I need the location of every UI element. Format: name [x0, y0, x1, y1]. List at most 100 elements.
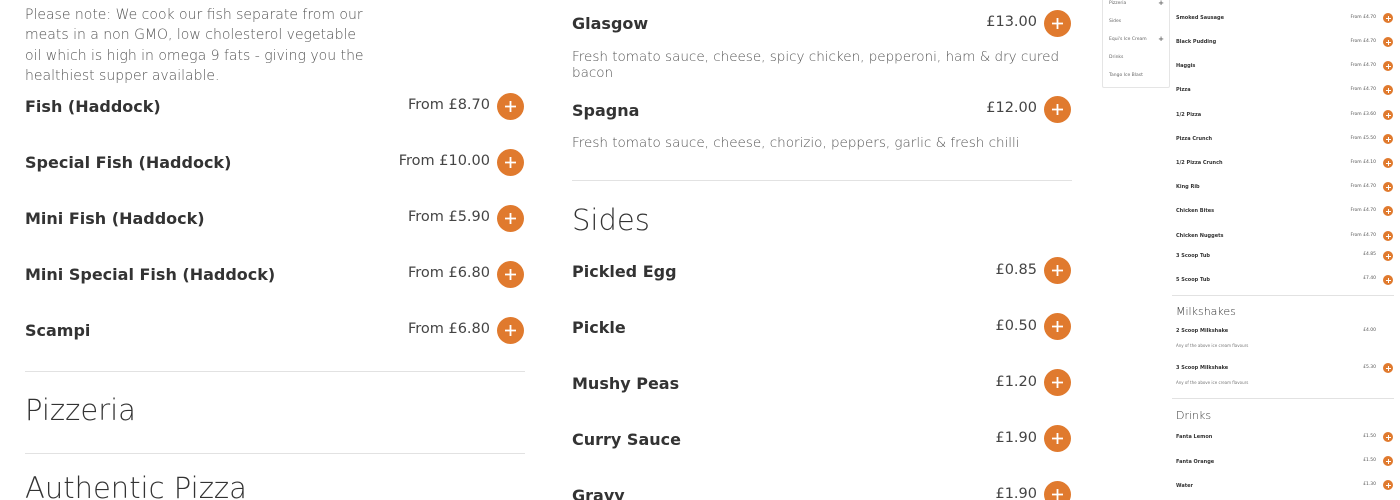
section-title-authentic-pizza: Authentic Pizza [25, 471, 247, 500]
add-to-order-button[interactable] [1383, 13, 1393, 23]
expand-icon[interactable]: + [1158, 0, 1164, 7]
section-divider [572, 180, 1072, 181]
add-to-order-button[interactable] [497, 93, 524, 120]
item-price: £0.50 [995, 318, 1037, 334]
section-divider [1172, 295, 1394, 296]
expand-icon[interactable]: + [1158, 35, 1164, 43]
item-description: Fresh tomato sauce, cheese, chorizio, pe… [572, 135, 1020, 151]
item-name: Mini Special Fish (Haddock) [25, 265, 276, 284]
plus-icon [1052, 104, 1063, 115]
add-to-order-button[interactable] [1044, 10, 1071, 37]
menu-thumbnail: Smoked Sausage From £4.70 Black Pudding Fr… [1172, 0, 1394, 500]
item-name: Gravy [572, 486, 625, 500]
plus-icon [1052, 433, 1063, 444]
item-price: £4.85 [1363, 252, 1376, 257]
item-price: £1.90 [995, 486, 1037, 500]
add-to-order-button[interactable] [1383, 61, 1393, 71]
add-to-order-button[interactable] [1383, 363, 1393, 373]
item-name: Glasgow [572, 14, 649, 33]
pizza-sides-column: Glasgow £13.00 Fresh tomato sauce, chees… [572, 0, 1072, 500]
section-title-milkshakes: Milkshakes [1176, 305, 1236, 318]
item-name: Pizza [1176, 87, 1191, 93]
add-to-order-button[interactable] [1383, 206, 1393, 216]
item-price: From £4.70 [1350, 39, 1376, 44]
item-name: Fish (Haddock) [25, 97, 161, 116]
add-to-order-button[interactable] [1383, 134, 1393, 144]
fish-menu-column: Please note: We cook our fish separate f… [25, 0, 525, 500]
section-divider [1172, 398, 1394, 399]
add-to-order-button[interactable] [1383, 251, 1393, 261]
add-to-order-button[interactable] [1383, 275, 1393, 285]
item-price: From £4.70 [1350, 63, 1376, 68]
item-name: Haggis [1176, 63, 1196, 69]
add-to-order-button[interactable] [1383, 432, 1393, 442]
item-price: £4.00 [1363, 328, 1376, 333]
add-to-order-button[interactable] [497, 149, 524, 176]
add-to-order-button[interactable] [1383, 110, 1393, 120]
item-name: Fanta Lemon [1176, 434, 1213, 440]
add-to-order-button[interactable] [1044, 257, 1071, 284]
add-to-order-button[interactable] [1383, 37, 1393, 47]
section-divider [25, 371, 525, 372]
item-price: £1.50 [1363, 434, 1376, 439]
item-name: Pickle [572, 318, 626, 337]
item-price: From £4.70 [1350, 208, 1376, 213]
add-to-order-button[interactable] [1383, 480, 1393, 490]
item-price: £5.30 [1363, 365, 1376, 370]
plus-icon [1052, 18, 1063, 29]
plus-icon [505, 269, 516, 280]
item-name: Smoked Sausage [1176, 15, 1225, 21]
item-name: Chicken Bites [1176, 208, 1215, 214]
section-title-sides: Sides [572, 203, 650, 237]
item-price: £1.50 [1363, 458, 1376, 463]
item-name: 3 Scoop Tub [1176, 253, 1210, 259]
item-name: Scampi [25, 321, 91, 340]
item-description: Fresh tomato sauce, cheese, spicy chicke… [572, 49, 1060, 81]
item-name: 1/2 Pizza Crunch [1176, 160, 1223, 166]
item-price: From £5.50 [1350, 136, 1376, 141]
add-to-order-button[interactable] [1383, 231, 1393, 241]
item-price: £1.30 [1363, 482, 1376, 487]
add-to-order-button[interactable] [497, 317, 524, 344]
add-to-order-button[interactable] [497, 261, 524, 288]
item-name: King Rib [1176, 184, 1200, 190]
item-price: £0.85 [995, 262, 1037, 278]
item-price: £12.00 [986, 100, 1037, 116]
item-name: Pizza Crunch [1176, 136, 1213, 142]
item-name: Chicken Nuggets [1176, 233, 1224, 239]
add-to-order-button[interactable] [1044, 425, 1071, 452]
add-to-order-button[interactable] [1044, 96, 1071, 123]
add-to-order-button[interactable] [1044, 313, 1071, 340]
plus-icon [1052, 377, 1063, 388]
plus-icon [505, 157, 516, 168]
item-price: £7.40 [1363, 276, 1376, 281]
add-to-order-button[interactable] [1044, 369, 1071, 396]
item-price: From £3.60 [1350, 112, 1376, 117]
add-to-order-button[interactable] [1383, 158, 1393, 168]
add-to-order-button[interactable] [1044, 481, 1071, 500]
plus-icon [1052, 321, 1063, 332]
nav-item-label: Pizzeria [1109, 1, 1127, 6]
add-to-order-button[interactable] [1383, 182, 1393, 192]
item-name: Fanta Orange [1176, 459, 1215, 465]
item-name: 2 Scoop Milkshake [1176, 328, 1229, 334]
item-name: Mushy Peas [572, 374, 680, 393]
add-to-order-button[interactable] [1383, 456, 1393, 466]
item-price: From £4.70 [1350, 184, 1376, 189]
item-name: 3 Scoop Milkshake [1176, 365, 1229, 371]
item-name: Mini Fish (Haddock) [25, 209, 205, 228]
item-price: £1.90 [995, 430, 1037, 446]
item-description: Any of the above ice cream flavours [1176, 343, 1249, 348]
item-name: Black Pudding [1176, 39, 1217, 45]
plus-icon [1052, 489, 1063, 500]
plus-icon [505, 213, 516, 224]
nav-item-label: Drinks [1109, 55, 1124, 60]
item-name: Water [1176, 483, 1193, 489]
item-description: Any of the above ice cream flavours [1176, 380, 1249, 385]
add-to-order-button[interactable] [497, 205, 524, 232]
nav-item-label: Tango Ice Blast [1109, 73, 1143, 78]
nav-item-label: Sides [1109, 19, 1122, 24]
add-to-order-button[interactable] [1383, 85, 1393, 95]
plus-icon [505, 101, 516, 112]
item-price: From £6.80 [407, 265, 490, 281]
